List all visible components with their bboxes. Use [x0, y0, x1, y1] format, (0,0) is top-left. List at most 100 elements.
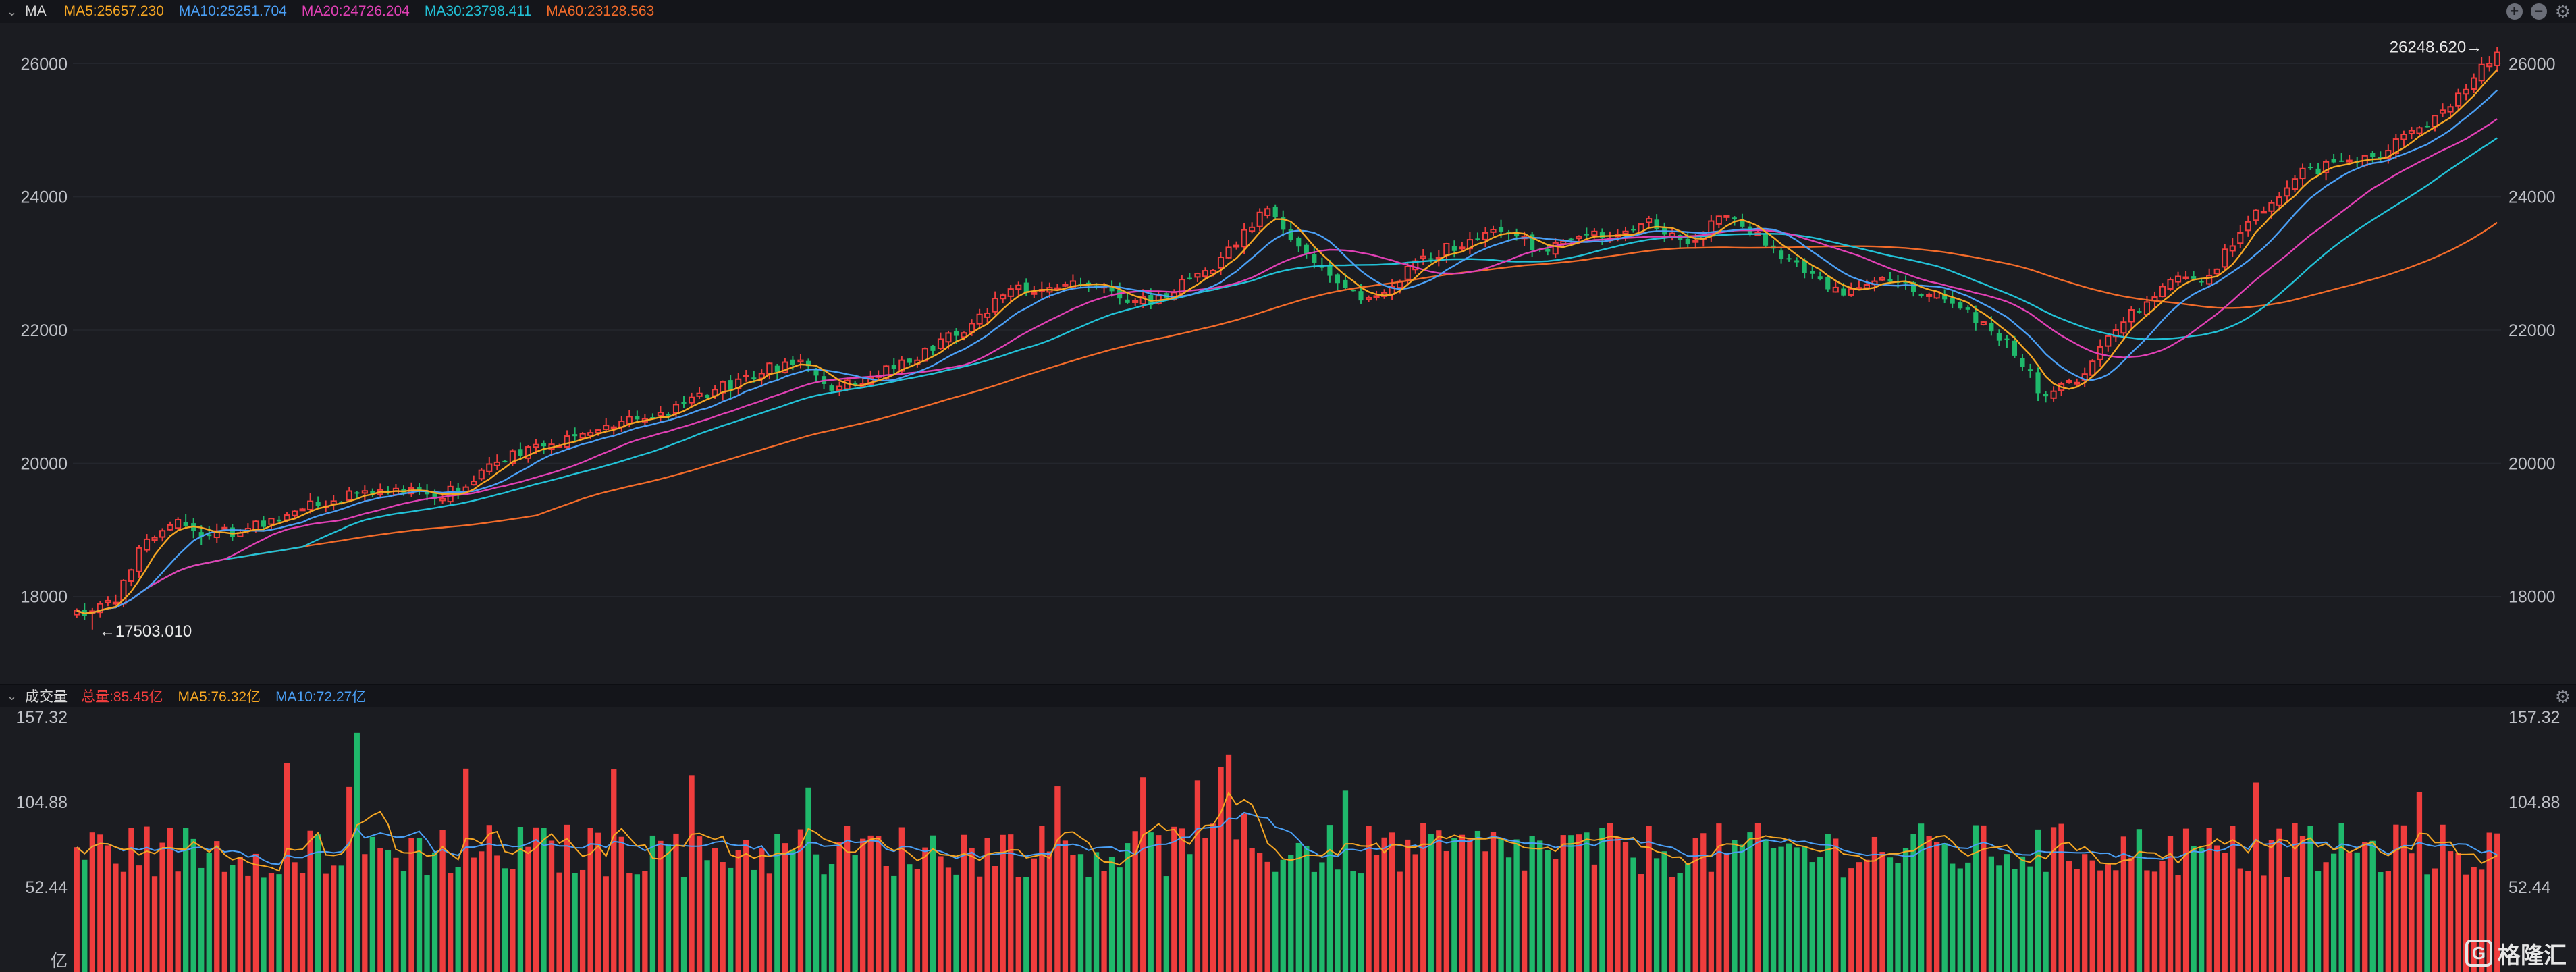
candle-body	[1832, 286, 1839, 293]
volume-bar	[1342, 790, 1349, 972]
candle-body	[953, 331, 959, 336]
volume-bar	[1397, 871, 1403, 972]
collapse-caret-icon[interactable]: ⌄	[7, 689, 17, 703]
volume-bar	[1833, 838, 1839, 972]
volume-bar	[2385, 871, 2391, 972]
volume-bar	[362, 854, 368, 972]
gear-icon[interactable]: ⚙	[2555, 3, 2571, 20]
minus-circle-icon[interactable]: −	[2530, 3, 2547, 20]
volume-bar	[2307, 826, 2313, 972]
volume-bar	[385, 849, 392, 972]
volume-bar	[1950, 863, 1956, 972]
candle-body	[1545, 248, 1551, 252]
gear-icon[interactable]: ⚙	[2555, 688, 2571, 705]
volume-bar	[502, 868, 508, 972]
volume-bar	[416, 838, 423, 972]
price-tick-right: 18000	[2508, 588, 2556, 607]
candle-body	[579, 433, 586, 439]
volume-bar	[206, 853, 212, 972]
volume-bar	[331, 865, 337, 972]
volume-bar	[930, 835, 936, 972]
volume-bar	[315, 834, 321, 972]
price-tick-right: 26000	[2508, 55, 2556, 74]
volume-bar	[1778, 846, 1784, 972]
candle-body	[112, 601, 119, 605]
candle-body	[2276, 196, 2283, 206]
candle-body	[1685, 238, 1690, 244]
candle-body	[315, 502, 321, 506]
candle-body	[2213, 268, 2220, 275]
candle-body	[984, 312, 991, 318]
volume-bar	[813, 854, 820, 972]
volume-bar	[2230, 826, 2236, 972]
price-tick-right: 22000	[2508, 321, 2556, 340]
candle-body	[1194, 273, 1201, 278]
volume-bar	[2214, 845, 2220, 972]
volume-bar	[2082, 854, 2088, 972]
volume-bar	[1280, 859, 1286, 972]
volume-bar	[471, 857, 477, 972]
volume-bar	[1723, 853, 1730, 972]
candle-body	[478, 469, 485, 480]
candle-body	[541, 443, 547, 447]
volume-chart[interactable]: 52.44 52.44 104.88 104.88 157.32 157.32 亿	[0, 708, 2576, 972]
plus-circle-icon[interactable]: +	[2506, 3, 2523, 20]
volume-bar	[548, 840, 555, 972]
candle-body	[2128, 309, 2135, 323]
volume-bar	[455, 867, 461, 972]
candle-body	[2291, 178, 2299, 190]
volume-bar	[230, 864, 236, 972]
candle-body	[1443, 242, 1450, 256]
candle-body	[2447, 106, 2454, 113]
volume-bar	[1576, 834, 1582, 972]
volume-bar	[1233, 839, 1239, 972]
candle-body	[1552, 242, 1559, 255]
volume-bar	[976, 876, 983, 972]
candle-body	[774, 365, 780, 372]
volume-bar	[2191, 846, 2197, 972]
candle-body	[2245, 221, 2251, 232]
volume-bar	[105, 845, 111, 972]
candle-body	[1646, 218, 1653, 223]
candle-body	[1584, 234, 1589, 236]
volume-bar	[1887, 857, 1894, 972]
candle-body	[518, 449, 523, 456]
candle-body	[1264, 208, 1271, 216]
volume-bar	[299, 873, 306, 972]
candle-body	[1256, 211, 1263, 227]
volume-bar	[354, 732, 360, 972]
volume-bar	[338, 865, 344, 972]
volume-bar	[2120, 836, 2127, 972]
candle-body	[2408, 130, 2415, 134]
volume-bar	[1467, 839, 1473, 972]
price-tick-right: 20000	[2508, 454, 2556, 473]
candle-body	[2331, 159, 2336, 163]
volume-tick-left: 104.88	[16, 793, 68, 812]
candle-body	[1965, 307, 1970, 310]
ma-line-ma30	[76, 137, 2498, 615]
candle-body	[696, 392, 703, 397]
candle-body	[992, 298, 998, 313]
low-annotation: ←17503.010	[99, 622, 192, 641]
volume-bar	[572, 873, 578, 972]
volume-bar	[1039, 826, 1045, 972]
candle-body	[2050, 390, 2057, 399]
volume-bar	[1108, 857, 1115, 972]
volume-bar	[190, 838, 196, 972]
candle-body	[268, 518, 275, 525]
candle-body	[969, 323, 975, 333]
volume-bar	[494, 855, 500, 972]
volume-bar	[1926, 836, 1932, 972]
volume-bar	[1054, 786, 1061, 972]
candle-body	[2191, 276, 2197, 279]
volume-bar	[1436, 830, 1442, 972]
volume-bar	[1412, 854, 1418, 972]
volume-bar	[2261, 875, 2267, 972]
candle-body	[346, 490, 352, 501]
collapse-caret-icon[interactable]: ⌄	[7, 5, 17, 19]
volume-bar	[1225, 754, 1232, 972]
volume-bar	[1529, 836, 1535, 972]
price-chart[interactable]: 18000 18000 20000 20000 22000 22000 24000 24000…	[0, 23, 2576, 684]
volume-bar	[1179, 828, 1185, 972]
volume-bar	[377, 848, 383, 972]
